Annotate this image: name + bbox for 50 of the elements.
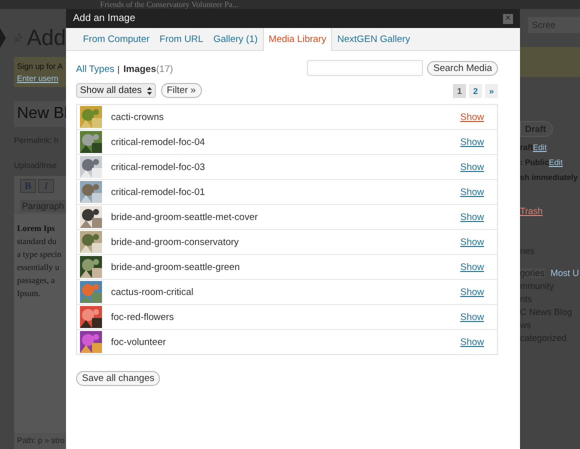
search-button[interactable]: Search Media — [427, 60, 498, 76]
file-name: bride-and-groom-conservatory — [111, 236, 240, 248]
show-link[interactable]: Show — [460, 136, 484, 148]
page-button[interactable]: 2 — [469, 84, 482, 98]
show-link[interactable]: Show — [460, 336, 484, 348]
tab[interactable]: NextGEN Gallery — [332, 28, 416, 50]
type-filter-link[interactable]: Images(17) — [123, 64, 174, 75]
show-link[interactable]: Show — [460, 286, 484, 298]
notice-link[interactable]: Enter usern — [17, 73, 58, 85]
file-name: cacti-crowns — [111, 112, 165, 122]
show-link[interactable]: Show — [460, 212, 484, 222]
file-name: critical-remodel-foc-04 — [111, 136, 206, 148]
category-tab[interactable]: Most U — [550, 268, 580, 278]
notice-background — [520, 47, 580, 77]
site-title: Friends of the Conservatory Volunteer Pa... — [100, 0, 238, 9]
editor-text: a type specin — [17, 248, 62, 261]
editor-text: Lorem Ips — [17, 222, 55, 235]
tab[interactable]: From Computer — [78, 28, 155, 50]
file-name: bride-and-groom-seattle-green — [111, 262, 241, 272]
show-link[interactable]: Show — [460, 262, 484, 272]
file-name: bride-and-groom-seattle-met-cover — [111, 212, 259, 222]
tab[interactable]: From URL — [154, 28, 208, 50]
updown-arrows-icon — [146, 86, 152, 94]
file-name: cactus-room-critical — [111, 286, 194, 298]
editor-text: standard du — [17, 235, 56, 248]
page-button[interactable]: 1 — [453, 84, 466, 98]
show-link[interactable]: Show — [460, 236, 484, 248]
notice-text: Sign up for A — [17, 61, 63, 73]
close-button[interactable]: × — [503, 14, 513, 24]
show-link[interactable]: Show — [460, 312, 484, 322]
show-link[interactable]: Show — [460, 186, 484, 198]
file-name: foc-red-flowers — [111, 312, 175, 322]
editor-text: essentially u — [17, 261, 60, 274]
tab[interactable]: Gallery (1) — [208, 28, 263, 50]
editor-text: Ipsum. — [17, 287, 40, 300]
save-button[interactable]: Save all changes — [76, 371, 160, 386]
trash-link[interactable]: Trash — [520, 206, 543, 216]
file-name: critical-remodel-foc-03 — [111, 162, 206, 172]
dialog-title: Add an Image — [73, 13, 136, 24]
type-filter-link[interactable]: All Types — [76, 64, 114, 75]
show-link[interactable]: Show — [460, 112, 484, 122]
file-name: critical-remodel-foc-01 — [111, 186, 206, 198]
editor-text: passages, a — [17, 274, 55, 287]
tab[interactable]: Media Library — [262, 28, 332, 51]
show-link[interactable]: Show — [460, 162, 484, 172]
file-name: foc-volunteer — [111, 336, 167, 348]
filter-button[interactable]: Filter » — [160, 83, 202, 98]
page-button[interactable]: » — [485, 84, 498, 98]
date-select[interactable]: Show all dates — [76, 83, 156, 98]
search-field[interactable] — [307, 60, 424, 76]
